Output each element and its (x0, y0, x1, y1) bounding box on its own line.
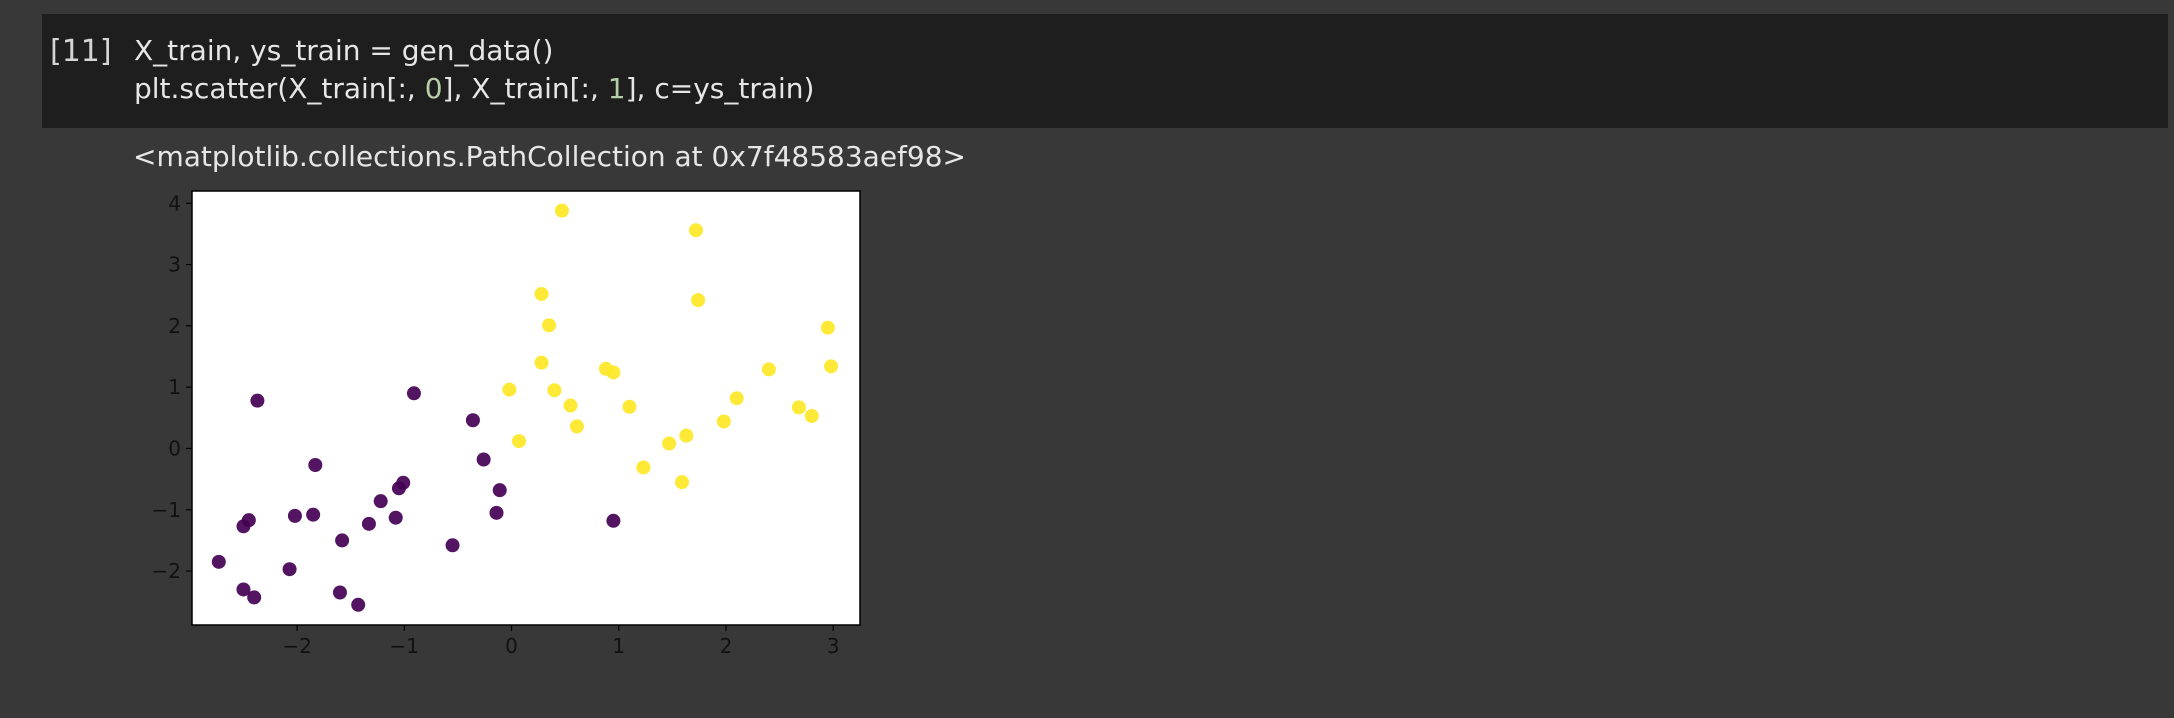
data-point (388, 510, 403, 525)
data-point (335, 533, 350, 548)
data-point (241, 513, 256, 528)
code-token: ], c=ys_train) (625, 72, 815, 105)
code-token: ], X_train[:, (442, 72, 608, 105)
y-tick-label: 1 (168, 375, 181, 399)
data-point (476, 452, 491, 467)
data-point (761, 362, 776, 377)
data-point (679, 428, 694, 443)
data-point (804, 408, 819, 423)
execution-count: [11] (50, 34, 112, 69)
data-point (250, 393, 265, 408)
notebook-page: [11] X_train, ys_train = gen_data() plt.s… (0, 0, 2174, 718)
data-point (569, 419, 584, 434)
data-point (534, 286, 549, 301)
data-point (662, 436, 677, 451)
code-editor[interactable]: X_train, ys_train = gen_data() plt.scatte… (134, 32, 814, 108)
x-tick-label: 2 (720, 634, 733, 658)
data-point (636, 460, 651, 475)
scatter-plot-output: −2 −1 0 1 2 3 −2 −1 0 1 2 3 4 (140, 185, 880, 675)
data-point (308, 458, 323, 473)
x-tick-label: 0 (505, 634, 518, 658)
data-point (332, 585, 347, 600)
data-point (361, 516, 376, 531)
data-point (691, 293, 706, 308)
data-point (542, 318, 557, 333)
y-tick-label: 2 (168, 314, 181, 338)
data-point (716, 414, 731, 429)
data-point (563, 398, 578, 413)
data-point (820, 320, 835, 335)
y-tick-label: −1 (152, 498, 181, 522)
data-point (675, 475, 690, 490)
data-point (211, 554, 226, 569)
data-point (489, 505, 504, 520)
data-point (606, 365, 621, 380)
data-point (547, 383, 562, 398)
x-tick-label: 3 (827, 634, 840, 658)
data-point (791, 400, 806, 415)
data-point (287, 508, 302, 523)
data-point (512, 434, 527, 449)
data-point (373, 494, 388, 509)
data-point (282, 562, 297, 577)
scatter-chart: −2 −1 0 1 2 3 −2 −1 0 1 2 3 4 (152, 190, 861, 658)
data-point (622, 399, 637, 414)
data-point (247, 590, 262, 605)
data-point (534, 355, 549, 370)
x-tick-label: −2 (282, 634, 311, 658)
data-point (502, 382, 517, 397)
data-point (554, 203, 569, 218)
data-point (606, 513, 621, 528)
data-point (406, 386, 421, 401)
data-point (445, 538, 460, 553)
y-tick-label: 0 (168, 436, 181, 460)
code-token: plt.scatter(X_train[:, (134, 72, 425, 105)
x-tick-label: −1 (390, 634, 419, 658)
y-tick-label: 3 (168, 253, 181, 277)
axes-background (192, 191, 860, 625)
data-point (688, 223, 703, 238)
data-point (396, 475, 411, 490)
data-point (492, 483, 507, 498)
code-line: X_train, ys_train = gen_data() (134, 32, 814, 70)
data-point (351, 597, 366, 612)
data-point (729, 391, 744, 406)
data-point (465, 413, 480, 428)
y-tick-label: −2 (152, 559, 181, 583)
x-tick-label: 1 (612, 634, 625, 658)
code-cell[interactable]: [11] X_train, ys_train = gen_data() plt.s… (42, 14, 2168, 128)
data-point (306, 507, 321, 522)
y-tick-label: 4 (168, 191, 181, 215)
data-point (824, 359, 839, 374)
code-token: X_train, ys_train = gen_data() (134, 34, 554, 67)
code-line: plt.scatter(X_train[:, 0], X_train[:, 1]… (134, 70, 814, 108)
code-number-token: 0 (424, 72, 443, 105)
code-number-token: 1 (607, 72, 626, 105)
output-repr-text: <matplotlib.collections.PathCollection a… (133, 140, 966, 173)
